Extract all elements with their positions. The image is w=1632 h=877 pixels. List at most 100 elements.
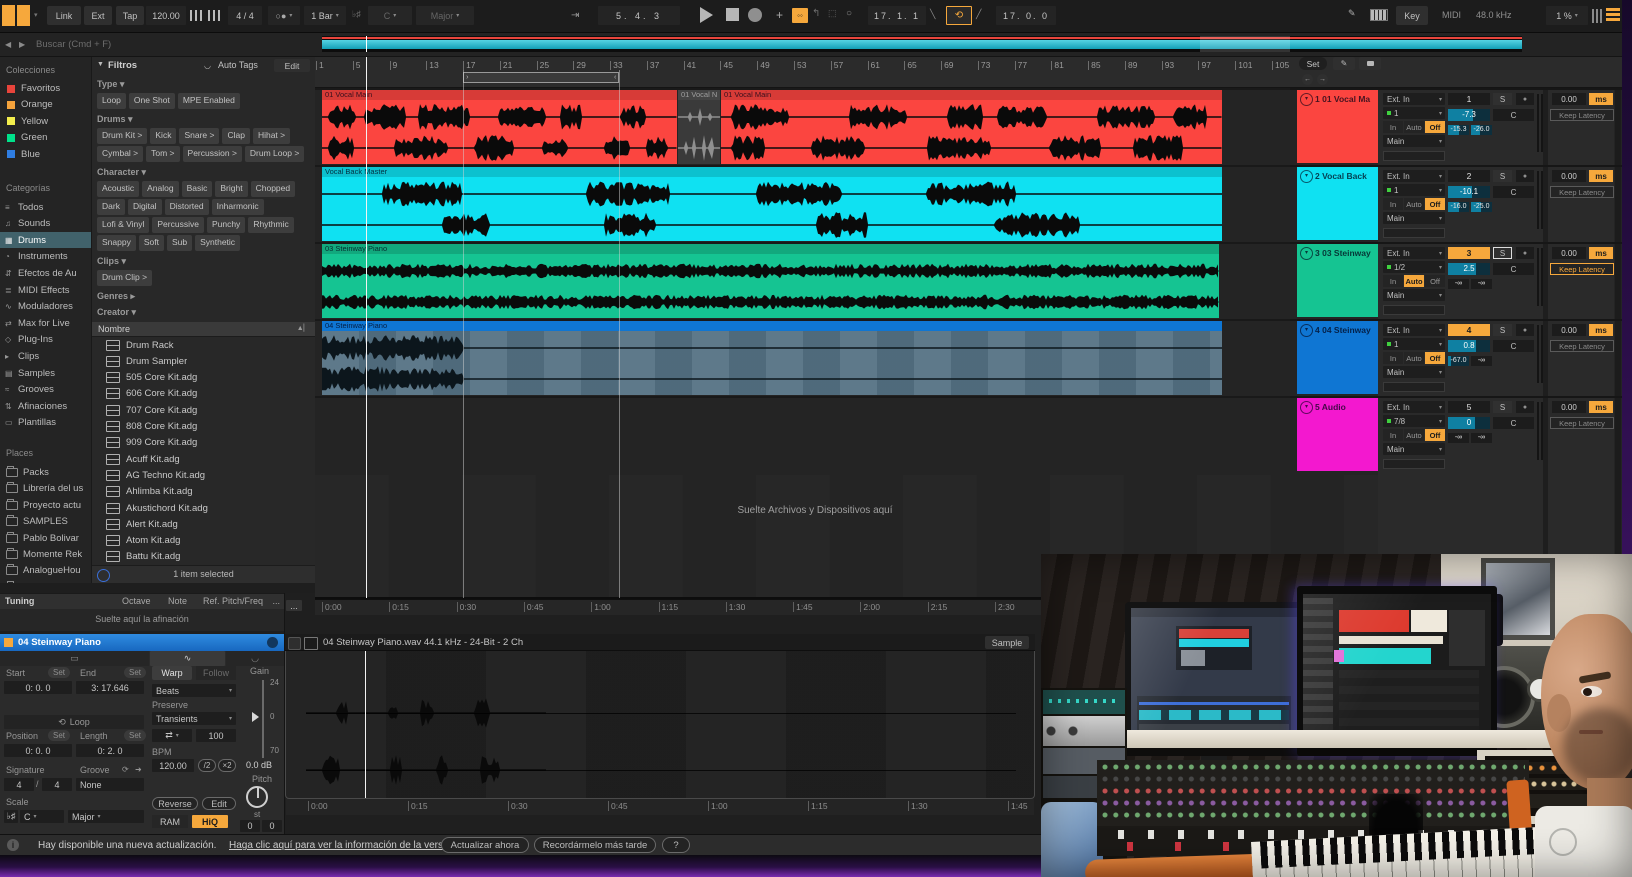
sidebar-item-todos[interactable]: ≡Todos bbox=[0, 199, 92, 215]
solo-button[interactable]: S bbox=[1493, 247, 1512, 259]
scale-root-select[interactable]: C bbox=[20, 810, 64, 823]
filter-chip[interactable]: Kick bbox=[150, 128, 176, 144]
solo-button[interactable]: S bbox=[1493, 401, 1512, 413]
track-number-badge[interactable]: 5 bbox=[1448, 401, 1490, 413]
draw-pencil-icon[interactable]: ✎ bbox=[1348, 8, 1356, 19]
pitch-cent-field[interactable]: 0 bbox=[262, 820, 282, 832]
list-item[interactable]: Drum Rack bbox=[92, 337, 315, 353]
sample-waveform-area[interactable] bbox=[285, 651, 1035, 799]
track-fold-icon[interactable]: ▾ bbox=[1300, 93, 1313, 106]
track-output-select[interactable]: Main▾ bbox=[1383, 289, 1445, 301]
volume-field[interactable]: -7.3 bbox=[1448, 109, 1490, 121]
hiq-button[interactable]: HiQ bbox=[192, 815, 228, 828]
arm-button[interactable]: ● bbox=[1516, 93, 1534, 105]
track-input-channel-select[interactable]: 1/2▾ bbox=[1383, 261, 1445, 273]
nudge-back-button[interactable]: ← bbox=[1302, 74, 1313, 85]
chevron-down-icon[interactable]: ▾ bbox=[34, 11, 38, 19]
monitor-option-auto[interactable]: Auto bbox=[1404, 121, 1424, 133]
file-list-header[interactable]: Nombre ▲▏ bbox=[92, 322, 315, 337]
filter-group-creator[interactable]: Creator ▾ bbox=[97, 306, 311, 319]
send-field[interactable]: -25.0 bbox=[1471, 202, 1492, 212]
sidebar-item-sounds[interactable]: ♫Sounds bbox=[0, 216, 92, 232]
filter-chip[interactable]: Snare > bbox=[179, 128, 219, 144]
help-button[interactable]: ? bbox=[662, 837, 690, 853]
track-number-badge[interactable]: 3 bbox=[1448, 247, 1490, 259]
filter-chip[interactable]: Bright bbox=[215, 181, 247, 197]
browser-back-icon[interactable]: ◀ bbox=[5, 40, 11, 49]
track-input-channel-select[interactable]: 1▾ bbox=[1383, 184, 1445, 196]
filter-chip[interactable]: Percussion > bbox=[183, 146, 242, 162]
track-delay-field[interactable]: 0.00 bbox=[1552, 324, 1586, 336]
list-item[interactable]: 505 Core Kit.adg bbox=[92, 370, 315, 386]
link-button[interactable]: Link bbox=[47, 6, 81, 25]
control-surface-pad-icon[interactable] bbox=[17, 5, 30, 26]
position-set-button[interactable]: Set bbox=[48, 730, 70, 741]
arrangement-clip[interactable]: 04 Steinway Piano bbox=[322, 321, 1222, 395]
groove-arrow-icon[interactable]: ➜ bbox=[135, 765, 142, 774]
time-signature-field[interactable]: 4 / 4 bbox=[228, 6, 262, 25]
track-input-route-select[interactable]: Ext. In▾ bbox=[1383, 247, 1445, 259]
start-value-field[interactable]: 0: 0. 0 bbox=[4, 681, 72, 694]
list-item[interactable]: 909 Core Kit.adg bbox=[92, 435, 315, 451]
track-delay-field[interactable]: 0.00 bbox=[1552, 93, 1586, 105]
sidebar-item-midi-effects[interactable]: ≣MIDI Effects bbox=[0, 282, 92, 298]
sidebar-item-moduladores[interactable]: ∿Moduladores bbox=[0, 299, 92, 315]
sidebar-item-samples[interactable]: ▤Samples bbox=[0, 365, 92, 381]
sidebar-item-efectos-de-au[interactable]: ⇵Efectos de Au bbox=[0, 265, 92, 281]
ruler-set-button[interactable]: Set bbox=[1299, 57, 1327, 70]
arm-button[interactable]: ● bbox=[1516, 170, 1534, 182]
cpu-meter-icon[interactable] bbox=[1606, 8, 1620, 23]
place-item-analoguehou[interactable]: AnalogueHou bbox=[0, 563, 92, 578]
sample-save-icon[interactable] bbox=[288, 637, 301, 650]
tuning-ref-label[interactable]: Ref. Pitch/Freq bbox=[203, 596, 263, 606]
cpu-load-meter[interactable]: 1 % bbox=[1546, 6, 1588, 25]
track-header-name[interactable]: ▾1 01 Vocal Ma bbox=[1297, 90, 1378, 163]
metronome-icon[interactable] bbox=[190, 10, 204, 21]
arrangement-clip[interactable]: 01 Vocal N bbox=[678, 90, 720, 164]
clip-color-swatch[interactable] bbox=[4, 638, 13, 647]
draw-mode-icon[interactable]: ⬚ bbox=[828, 8, 837, 19]
pan-field[interactable]: C bbox=[1493, 340, 1534, 352]
solo-button[interactable]: S bbox=[1493, 170, 1512, 182]
transient-envelope-field[interactable]: 100 bbox=[196, 729, 236, 742]
place-item-pablo-bolivar[interactable]: Pablo Bolivar bbox=[0, 531, 92, 546]
seg-bpm-field[interactable]: 120.00 bbox=[152, 759, 194, 772]
track-input-channel-select[interactable]: 1▾ bbox=[1383, 338, 1445, 350]
monitor-option-auto[interactable]: Auto bbox=[1404, 275, 1424, 287]
warp-mode-select[interactable]: Beats bbox=[152, 684, 236, 697]
nudge-forward-button[interactable]: → bbox=[1317, 74, 1328, 85]
track-rename-field[interactable] bbox=[1383, 382, 1445, 392]
list-item[interactable]: Alert Kit.adg bbox=[92, 516, 315, 532]
automation-arm-button[interactable]: ◦◦ bbox=[792, 8, 808, 23]
send-field[interactable]: -∞ bbox=[1448, 279, 1469, 289]
track-output-select[interactable]: Main▾ bbox=[1383, 443, 1445, 455]
filter-chip[interactable]: Drum Clip > bbox=[97, 270, 152, 286]
loop-brace[interactable]: ›‹ bbox=[463, 72, 619, 83]
list-item[interactable]: 707 Core Kit.adg bbox=[92, 402, 315, 418]
groove-select[interactable]: None bbox=[76, 778, 144, 791]
place-item-momente-rek[interactable]: Momente Rek bbox=[0, 547, 92, 562]
volume-field[interactable]: 0 bbox=[1448, 417, 1490, 429]
sidebar-item-plantillas[interactable]: ▭Plantillas bbox=[0, 415, 92, 431]
update-link[interactable]: Haga clic aquí para ver la información d… bbox=[229, 840, 459, 851]
filter-chip[interactable]: Punchy bbox=[207, 217, 245, 233]
monitor-option-off[interactable]: Off bbox=[1425, 121, 1445, 133]
track-delay-unit-badge[interactable]: ms bbox=[1589, 93, 1613, 105]
pitch-knob[interactable] bbox=[246, 786, 268, 808]
solo-button[interactable]: S bbox=[1493, 324, 1512, 336]
track-header-name[interactable]: ▾3 03 Steinway bbox=[1297, 244, 1378, 317]
track-fold-icon[interactable]: ▾ bbox=[1300, 247, 1313, 260]
length-set-button[interactable]: Set bbox=[124, 730, 146, 741]
track-delay-unit-badge[interactable]: ms bbox=[1589, 401, 1613, 413]
sidebar-item-clips[interactable]: ▸Clips bbox=[0, 348, 92, 364]
collection-item-yellow[interactable]: Yellow bbox=[0, 114, 92, 129]
track-monitor-switch[interactable]: InAutoOff bbox=[1383, 198, 1445, 210]
track-delay-unit-badge[interactable]: ms bbox=[1589, 247, 1613, 259]
track-delay-field[interactable]: 0.00 bbox=[1552, 170, 1586, 182]
auto-tags-toggle[interactable]: Auto Tags bbox=[218, 60, 258, 70]
list-item[interactable]: Battu Kit.adg bbox=[92, 549, 315, 565]
filter-chip[interactable]: Snappy bbox=[97, 235, 136, 251]
track-fold-icon[interactable]: ▾ bbox=[1300, 324, 1313, 337]
track-fold-icon[interactable]: ▾ bbox=[1300, 401, 1313, 414]
tuning-octave-label[interactable]: Octave bbox=[122, 596, 151, 606]
